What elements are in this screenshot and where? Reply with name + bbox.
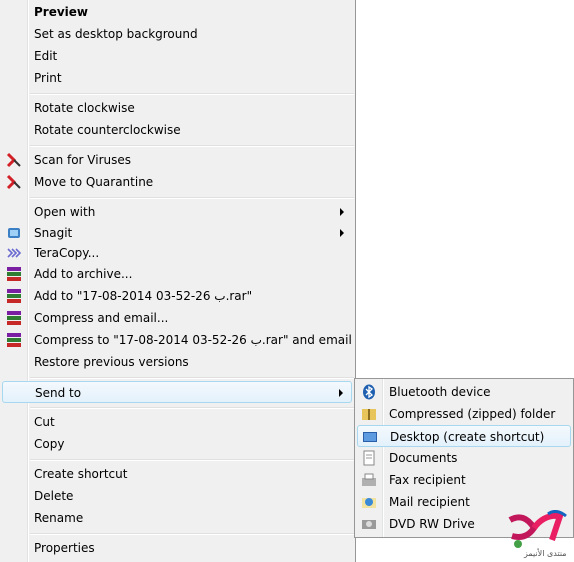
compress-email-item[interactable]: Compress and email...	[2, 307, 352, 329]
print-item[interactable]: Print	[2, 67, 352, 89]
compressed-folder-label: Compressed (zipped) folder	[389, 407, 556, 421]
context-menu: Preview Set as desktop background Edit P…	[0, 0, 356, 562]
set-desktop-bg-item[interactable]: Set as desktop background	[2, 23, 352, 45]
mail-icon	[362, 498, 376, 508]
kaspersky-icon	[6, 174, 21, 190]
set-desktop-bg-label: Set as desktop background	[34, 27, 198, 41]
print-label: Print	[34, 71, 62, 85]
fax-label: Fax recipient	[389, 473, 466, 487]
edit-label: Edit	[34, 49, 58, 63]
fax-item[interactable]: Fax recipient	[357, 469, 571, 491]
zip-folder-icon	[362, 409, 376, 420]
separator	[30, 533, 354, 535]
scan-viruses-label: Scan for Viruses	[34, 153, 132, 167]
separator	[30, 407, 354, 409]
cut-item[interactable]: Cut	[2, 411, 352, 433]
edit-item[interactable]: Edit	[2, 45, 352, 67]
separator	[30, 377, 354, 379]
compress-to-rar-email-item[interactable]: Compress to "17-08-2014 03-52-26 ب.rar" …	[2, 329, 352, 351]
documents-label: Documents	[389, 451, 458, 465]
submenu-arrow-icon	[340, 208, 344, 216]
add-archive-label: Add to archive...	[34, 267, 133, 281]
bluetooth-icon	[363, 384, 375, 400]
desktop-shortcut-item[interactable]: Desktop (create shortcut)	[357, 425, 571, 447]
teracopy-item[interactable]: TeraCopy...	[2, 242, 352, 264]
winrar-icon	[7, 311, 21, 325]
fax-icon	[362, 473, 376, 486]
snagit-label: Snagit	[34, 226, 73, 240]
compress-email-label: Compress and email...	[34, 311, 169, 325]
preview-item[interactable]: Preview	[2, 1, 352, 23]
properties-label: Properties	[34, 541, 95, 555]
rename-label: Rename	[34, 511, 84, 525]
snagit-icon	[8, 228, 20, 238]
winrar-icon	[7, 333, 21, 347]
restore-prev-label: Restore previous versions	[34, 355, 189, 369]
send-to-item[interactable]: Send to	[2, 381, 352, 403]
quarantine-label: Move to Quarantine	[34, 175, 154, 189]
teracopy-icon	[7, 248, 22, 258]
dvd-drive-icon	[362, 520, 376, 529]
bluetooth-label: Bluetooth device	[389, 385, 491, 399]
rotate-cw-label: Rotate clockwise	[34, 101, 135, 115]
teracopy-label: TeraCopy...	[34, 246, 100, 260]
documents-item[interactable]: Documents	[357, 447, 571, 469]
separator	[30, 93, 354, 95]
winrar-icon	[7, 289, 21, 303]
separator	[30, 459, 354, 461]
rename-item[interactable]: Rename	[2, 507, 352, 529]
rotate-cw-item[interactable]: Rotate clockwise	[2, 97, 352, 119]
rotate-ccw-label: Rotate counterclockwise	[34, 123, 181, 137]
copy-item[interactable]: Copy	[2, 433, 352, 455]
add-archive-item[interactable]: Add to archive...	[2, 263, 352, 285]
forum-logo: منتدى الأنيمز	[508, 510, 567, 558]
mail-label: Mail recipient	[389, 495, 470, 509]
documents-icon	[363, 450, 375, 466]
kaspersky-icon	[6, 152, 21, 168]
open-with-item[interactable]: Open with	[2, 201, 352, 223]
create-shortcut-item[interactable]: Create shortcut	[2, 463, 352, 485]
watermark-text: منتدى الأنيمز	[523, 548, 567, 558]
separator	[30, 197, 354, 199]
submenu-arrow-icon	[339, 389, 343, 397]
quarantine-item[interactable]: Move to Quarantine	[2, 171, 352, 193]
create-shortcut-label: Create shortcut	[34, 467, 128, 481]
separator	[30, 145, 354, 147]
add-to-rar-item[interactable]: Add to "17-08-2014 03-52-26 ب.rar"	[2, 285, 352, 307]
rotate-ccw-item[interactable]: Rotate counterclockwise	[2, 119, 352, 141]
bluetooth-item[interactable]: Bluetooth device	[357, 381, 571, 403]
restore-prev-item[interactable]: Restore previous versions	[2, 351, 352, 373]
dvd-label: DVD RW Drive	[389, 517, 475, 531]
copy-label: Copy	[34, 437, 65, 451]
properties-item[interactable]: Properties	[2, 537, 352, 559]
submenu-arrow-icon	[340, 229, 344, 237]
delete-label: Delete	[34, 489, 74, 503]
open-with-label: Open with	[34, 205, 96, 219]
cut-label: Cut	[34, 415, 55, 429]
snagit-item[interactable]: Snagit	[2, 222, 352, 244]
delete-item[interactable]: Delete	[2, 485, 352, 507]
send-to-label: Send to	[35, 386, 82, 400]
compressed-folder-item[interactable]: Compressed (zipped) folder	[357, 403, 571, 425]
compress-to-rar-email-label: Compress to "17-08-2014 03-52-26 ب.rar" …	[34, 333, 352, 347]
desktop-icon	[363, 432, 377, 442]
scan-viruses-item[interactable]: Scan for Viruses	[2, 149, 352, 171]
preview-label: Preview	[34, 5, 89, 19]
desktop-shortcut-label: Desktop (create shortcut)	[390, 430, 545, 444]
add-to-rar-label: Add to "17-08-2014 03-52-26 ب.rar"	[34, 289, 253, 303]
winrar-icon	[7, 267, 21, 281]
